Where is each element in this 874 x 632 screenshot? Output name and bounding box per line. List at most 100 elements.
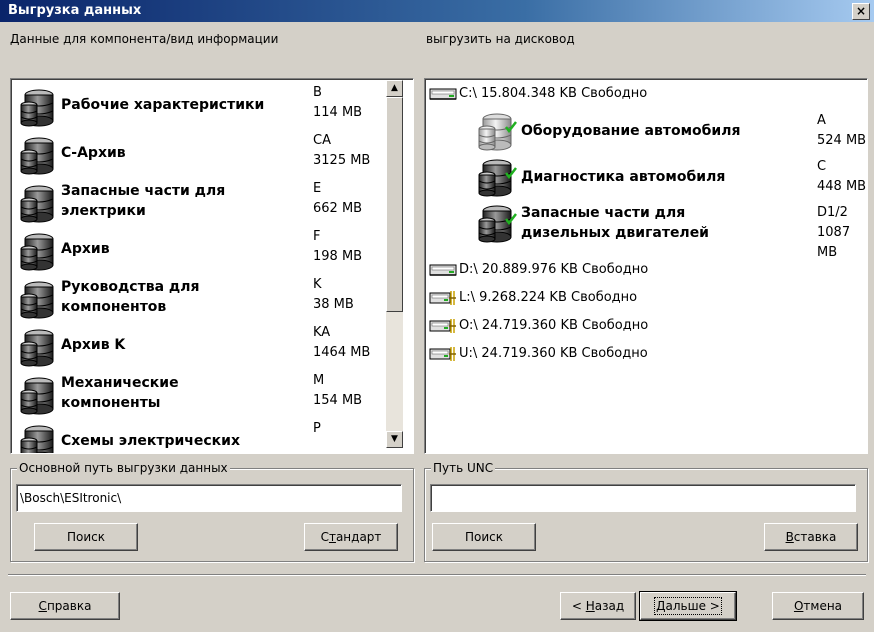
component-name-line: компоненты	[61, 395, 161, 411]
component-size: 3125 MB	[313, 153, 371, 168]
back-label-accel: Н	[585, 599, 595, 613]
scroll-down-button[interactable]: ▼	[386, 431, 403, 448]
next-label-post: альше >	[665, 599, 720, 613]
component-size: 38 MB	[313, 297, 354, 312]
drive-content-name: Диагностика автомобиля	[521, 167, 725, 187]
insert-label-post: ставка	[793, 530, 837, 544]
component-name: Схемы электрических	[61, 431, 240, 451]
component-name: Руководства для компонентов	[61, 277, 199, 317]
component-code: P	[313, 421, 321, 436]
component-code: B	[313, 85, 322, 100]
component-name-line: С-Архив	[61, 145, 126, 161]
unc-input[interactable]	[430, 484, 856, 512]
help-label-post: правка	[46, 599, 92, 613]
component-item[interactable]: Схемы электрических P	[11, 419, 383, 454]
cancel-label-accel: О	[793, 599, 804, 613]
drive-tree[interactable]: C:\ 15.804.348 KB Свободно Оборудование а…	[424, 78, 868, 454]
drive-content-name-line: Запасные части для	[521, 205, 686, 221]
component-item[interactable]: Рабочие характеристики B 114 MB	[11, 83, 383, 131]
component-size: 198 MB	[313, 249, 363, 264]
drive-content-name: Оборудование автомобиля	[521, 121, 740, 141]
component-size: 154 MB	[313, 393, 363, 408]
drive-content-name: Запасные части для дизельных двигателей	[521, 203, 709, 243]
component-size: 114 MB	[313, 105, 363, 120]
component-name-line: компонентов	[61, 299, 167, 315]
cancel-button[interactable]: Отмена	[772, 592, 864, 620]
standard-label-pre: С	[320, 530, 329, 544]
components-label: Данные для компонента/вид информации	[10, 32, 279, 46]
insert-button[interactable]: Вставка	[764, 523, 858, 551]
component-name-line: Схемы электрических	[61, 433, 241, 449]
drive-content-code: D1/2	[817, 205, 848, 220]
drive-content-size: 524 MB	[817, 133, 867, 148]
database-icon	[17, 231, 57, 271]
drive-label-text: L:\ 9.268.224 KB Свободно	[459, 290, 638, 305]
components-scrollbar[interactable]: ▲ ▼	[386, 80, 403, 448]
drive-content-item[interactable]: Запасные части для дизельных двигателей D1…	[475, 203, 867, 260]
component-code: CA	[313, 133, 331, 148]
close-button[interactable]: ×	[852, 3, 870, 20]
scroll-up-button[interactable]: ▲	[386, 80, 403, 97]
next-label-accel: Д	[656, 599, 666, 613]
back-label-post: азад	[594, 599, 625, 613]
database-icon	[17, 87, 57, 127]
network-drive-icon	[429, 347, 457, 361]
database-icon	[17, 375, 57, 415]
drive-content-name-line: Оборудование автомобиля	[521, 123, 741, 139]
drive-content-code: A	[817, 113, 826, 128]
component-size: 662 MB	[313, 201, 363, 216]
unc-search-button[interactable]: Поиск	[432, 523, 536, 551]
component-name-line: Рабочие характеристики	[61, 97, 265, 113]
component-name-line: Архив K	[61, 337, 126, 353]
main-path-input[interactable]: \Bosch\ESItronic\	[16, 484, 402, 512]
components-list[interactable]: Рабочие характеристики B 114 MB С-Архив CA 31…	[10, 78, 414, 454]
drive-label-text: D:\ 20.889.976 KB Свободно	[459, 262, 649, 277]
component-item[interactable]: Архив K KA 1464 MB	[11, 323, 383, 371]
main-path-title: Основной путь выгрузки данных	[17, 461, 230, 475]
component-code: F	[313, 229, 321, 244]
main-path-search-button[interactable]: Поиск	[34, 523, 138, 551]
drive-content-name-line: дизельных двигателей	[521, 225, 709, 241]
scroll-thumb[interactable]	[386, 97, 403, 312]
insert-label-accel: В	[785, 530, 794, 544]
check-icon	[505, 213, 517, 225]
database-icon	[17, 279, 57, 319]
component-item[interactable]: Механические компоненты M 154 MB	[11, 371, 383, 419]
window-title: Выгрузка данных	[8, 3, 142, 18]
component-item[interactable]: Запасные части для электрики E 662 MB	[11, 179, 383, 227]
component-item[interactable]: С-Архив CA 3125 MB	[11, 131, 383, 179]
database-icon	[17, 183, 57, 223]
standard-label-accel: т	[328, 530, 336, 544]
component-item[interactable]: Руководства для компонентов K 38 MB	[11, 275, 383, 323]
component-item[interactable]: Архив F 198 MB	[11, 227, 383, 275]
footer-separator	[8, 574, 866, 576]
component-name: С-Архив	[61, 143, 126, 163]
component-code: K	[313, 277, 322, 292]
help-label-accel: С	[38, 599, 47, 613]
standard-button[interactable]: Стандарт	[304, 523, 398, 551]
component-name: Рабочие характеристики	[61, 95, 264, 115]
drive-label-text: O:\ 24.719.360 KB Свободно	[459, 318, 649, 333]
database-icon	[17, 327, 57, 367]
drive-icon	[429, 87, 457, 101]
component-name-line: Механические	[61, 375, 179, 391]
component-name-line: Запасные части для	[61, 183, 226, 199]
component-name: Архив	[61, 239, 110, 259]
component-name-line: электрики	[61, 203, 146, 219]
check-icon	[505, 167, 517, 179]
drive-content-item[interactable]: Оборудование автомобиля A 524 MB	[475, 111, 867, 155]
component-code: E	[313, 181, 322, 196]
drive-content-name-line: Диагностика автомобиля	[521, 169, 726, 185]
next-button[interactable]: Дальше >	[639, 591, 737, 621]
drive-content-item[interactable]: Диагностика автомобиля C 448 MB	[475, 157, 867, 201]
network-drive-icon	[429, 319, 457, 333]
back-label-pre: <	[571, 599, 586, 613]
component-name: Механические компоненты	[61, 373, 179, 413]
help-button[interactable]: Справка	[10, 592, 120, 620]
drive-label: выгрузить на дисковод	[426, 32, 575, 46]
component-name: Архив K	[61, 335, 125, 355]
check-icon	[505, 121, 517, 133]
unc-title: Путь UNC	[431, 461, 496, 475]
back-button[interactable]: < Назад	[560, 592, 636, 620]
drive-label-text: U:\ 24.719.360 KB Свободно	[459, 346, 648, 361]
